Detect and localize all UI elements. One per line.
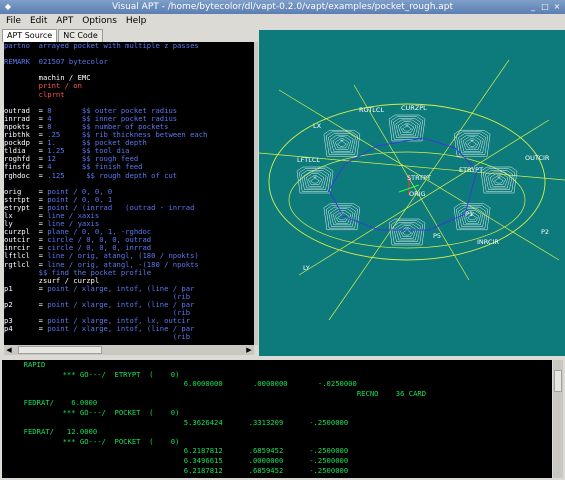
console-line: 6.2187812 .6859452 -.2500000 — [2, 465, 349, 475]
nc-output-console[interactable]: RAPID *** GO---/ ETRYPT ( 0) 6.0000000 .… — [2, 360, 552, 478]
label-outcir: OUTCIR — [525, 154, 550, 162]
source-line: (rib — [4, 333, 254, 341]
pocket-toolpath — [323, 203, 361, 231]
console-line: 6.0000000 .0000000 -.0250000 — [2, 379, 357, 389]
label-inrcir: INRCIR — [477, 238, 499, 246]
label-strtpt: STRTPT — [407, 174, 431, 182]
menu-edit[interactable]: Edit — [30, 16, 47, 26]
label-lftlcl: LFTLCL — [297, 156, 320, 164]
console-line: *** GO---/ POCKET ( 0) — [2, 436, 180, 446]
menu-file[interactable]: File — [6, 16, 21, 26]
pocket-toolpath — [388, 218, 426, 246]
editor-horizontal-scrollbar[interactable]: ◀ ▶ — [4, 345, 254, 355]
scroll-left-icon[interactable]: ◀ — [4, 345, 14, 355]
label-p2: P2 — [541, 228, 549, 236]
source-token: partno arrayed pocket with multiple z pa… — [4, 42, 199, 50]
scroll-right-icon[interactable]: ▶ — [244, 345, 254, 355]
source-line: clprnt — [4, 89, 254, 99]
pocket-toolpath — [480, 166, 518, 194]
label-rgtlcl: RGTLCL — [359, 106, 384, 114]
source-token: (rib — [4, 332, 191, 342]
source-token: rghdoc = — [4, 170, 48, 180]
menu-options[interactable]: Options — [82, 16, 117, 26]
console-scrollbar[interactable] — [553, 360, 563, 478]
source-token: REMARK 021507 bytecolor — [4, 57, 108, 67]
console-scroll-thumb[interactable] — [554, 370, 562, 392]
menu-apt[interactable]: APT — [56, 16, 73, 26]
console-line: 6.3496615 .0000000 -.2500000 — [2, 455, 349, 465]
close-icon[interactable]: × — [552, 2, 562, 12]
label-curzpl: CURZPL — [401, 104, 427, 112]
console-line: RAPID — [2, 360, 46, 369]
editor-scroll-thumb[interactable] — [18, 346, 102, 354]
source-token: clprnt — [4, 89, 65, 99]
label-lx: LX — [313, 122, 322, 130]
label-orig: ORIG — [409, 190, 426, 198]
label-etrypt: ETRYPT — [459, 166, 483, 174]
console-line: FEDRAT/ 6.0000 — [2, 398, 98, 408]
source-token: .125 $$ rough depth of cut — [47, 170, 178, 180]
toolpath-canvas: RGTLCL CURZPL LX LFTLCL OUTCIR STRTPT OR… — [258, 59, 565, 321]
pocket-toolpath — [323, 129, 361, 157]
source-line: rghdoc = .125 $$ rough depth of cut — [4, 170, 254, 180]
pocket-toolpath — [388, 114, 426, 142]
maximize-icon[interactable]: □ — [540, 2, 550, 12]
console-line: 6.2187812 .6859452 -.2500000 — [2, 446, 349, 456]
editor-vertical-scrollbar[interactable] — [254, 42, 258, 345]
menu-help[interactable]: Help — [126, 16, 147, 26]
window-menu-icon[interactable]: ◆ — [3, 2, 13, 12]
label-ly: LY — [303, 264, 310, 272]
window-titlebar: Visual APT - /home/bytecolor/dl/vapt-0.2… — [0, 0, 565, 14]
window-title: Visual APT - /home/bytecolor/dl/vapt-0.2… — [111, 2, 454, 12]
menubar: File Edit APT Options Help — [0, 14, 565, 29]
console-line: 5.3626424 .3313209 -.2500000 — [2, 417, 349, 427]
source-line: partno arrayed pocket with multiple z pa… — [4, 42, 254, 50]
toolpath-3d-viewport[interactable]: RGTLCL CURZPL LX LFTLCL OUTCIR STRTPT OR… — [258, 30, 565, 356]
console-line: *** GO---/ POCKET ( 0) — [2, 407, 180, 417]
tab-nc-code[interactable]: NC Code — [58, 29, 103, 42]
minimize-icon[interactable]: _ — [528, 2, 538, 12]
label-p1: P1 — [465, 210, 473, 218]
apt-source-editor[interactable]: partno arrayed pocket with multiple z pa… — [4, 42, 254, 345]
console-line: *** GO---/ ETRYPT ( 0) — [2, 369, 180, 379]
pocket-toolpath — [296, 166, 334, 194]
console-line: FEDRAT/ 12.0000 — [2, 427, 98, 437]
console-line: RECNO 36 CARD — [2, 388, 427, 398]
editor-tabs: APT Source NC Code — [2, 29, 104, 42]
label-p5: P5 — [433, 232, 441, 240]
tab-apt-source[interactable]: APT Source — [2, 29, 58, 42]
source-line: REMARK 021507 bytecolor — [4, 58, 254, 66]
